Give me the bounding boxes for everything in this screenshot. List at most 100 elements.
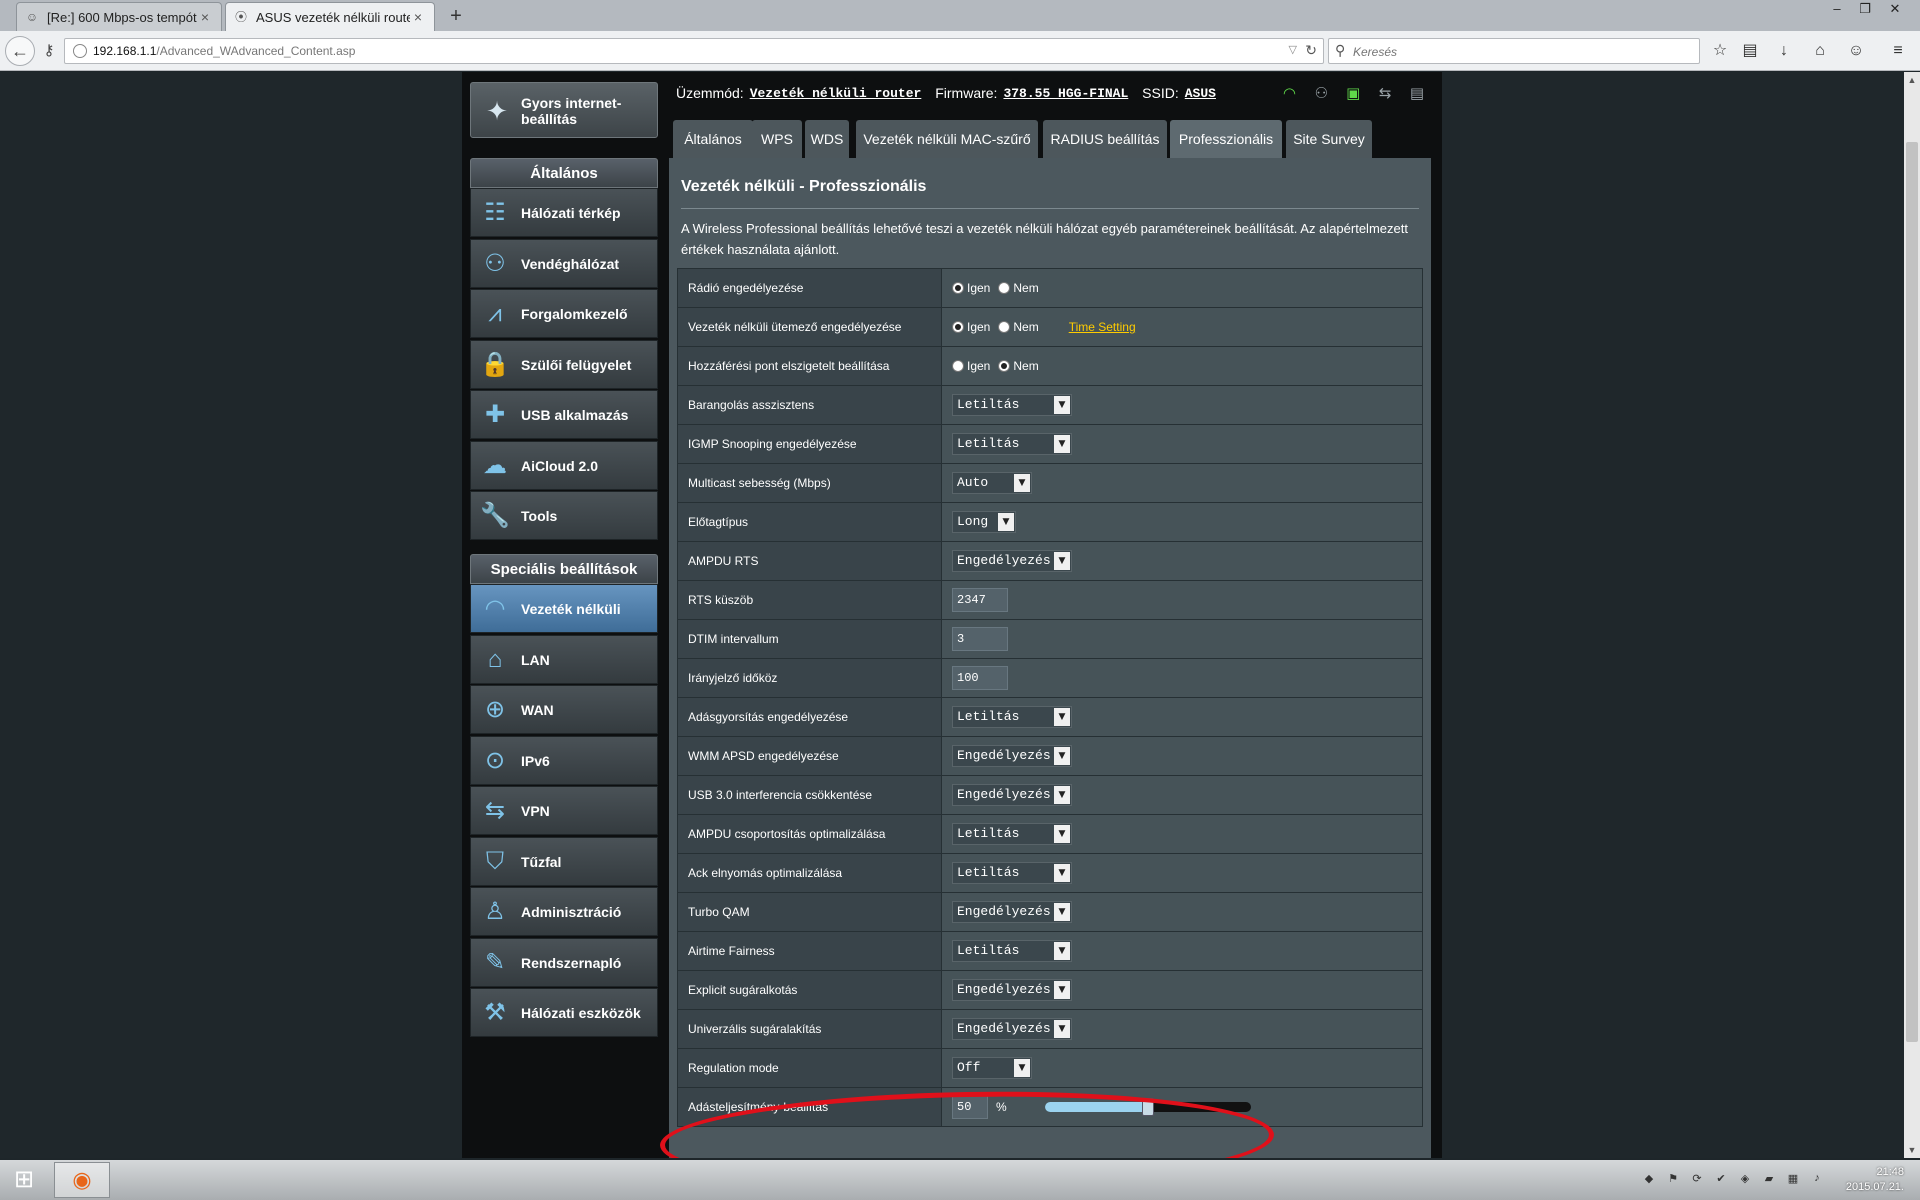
sidebar-general-item-5[interactable]: ☁ AiCloud 2.0 [470,440,658,490]
tab-5[interactable]: Professzionális [1170,120,1282,158]
setting-text-input[interactable]: 2347 [952,588,1008,612]
setting-select[interactable]: Letiltás ▼ [952,940,1072,962]
tray-check-icon[interactable]: ✔ [1712,1172,1730,1188]
setting-text-input[interactable]: 3 [952,627,1008,651]
network-status-icon[interactable]: ▣ [1342,84,1364,102]
tray-network-icon[interactable]: ▦ [1784,1172,1802,1188]
radio-no[interactable] [998,321,1011,334]
ssid-value-link[interactable]: ASUS [1185,86,1216,101]
setting-select[interactable]: Engedélyezés ▼ [952,745,1072,767]
sidebar-advanced-item-6[interactable]: ♙ Adminisztráció [470,887,658,936]
tray-refresh-icon[interactable]: ⟳ [1688,1172,1706,1188]
sidebar-advanced-item-2[interactable]: ⊕ WAN [470,685,658,734]
page-scrollbar[interactable]: ▲ ▼ [1904,72,1920,1158]
menu-icon[interactable]: ≡ [1886,40,1910,64]
traffic-manager-icon: ⩘ [488,300,502,327]
bookmark-star-icon[interactable]: ☆ [1708,40,1732,64]
reading-list-icon[interactable]: ▤ [1738,40,1762,64]
close-tab-icon[interactable]: × [410,9,426,25]
sidebar-general-item-6[interactable]: 🔧 Tools [470,491,658,540]
close-tab-icon[interactable]: × [197,9,213,25]
tab-4[interactable]: RADIUS beállítás [1043,120,1167,158]
time-setting-link[interactable]: Time Setting [1069,320,1136,334]
tab-1[interactable]: WPS [752,120,802,158]
setting-select[interactable]: Letiltás ▼ [952,433,1072,455]
radio-no[interactable] [998,360,1011,373]
sidebar-advanced-item-1[interactable]: ⌂ LAN [470,634,658,684]
browser-tab-asus[interactable]: ⦿ ASUS vezeték nélküli router... × [225,2,435,31]
radio-yes[interactable] [952,321,964,334]
firefox-taskbar-button[interactable]: ◉ [54,1162,110,1198]
reload-icon[interactable]: ↻ [1305,42,1317,59]
sidebar-advanced-item-3[interactable]: ⊙ IPv6 [470,735,658,785]
sidebar-general-item-1[interactable]: ⚇ Vendéghálózat [470,238,658,288]
new-tab-button[interactable]: + [444,4,468,28]
minimize-button[interactable]: – [1824,0,1850,20]
setting-select[interactable]: Off ▼ [952,1057,1032,1079]
radio-yes[interactable] [952,282,964,295]
sidebar-general-item-2[interactable]: ⩘ Forgalomkezelő [470,289,658,338]
shield-icon: ⛉ [486,847,504,875]
firmware-value-link[interactable]: 378.55_HGG-FINAL [1003,86,1128,101]
taskbar-clock[interactable]: 21:48 2015.07.21. [1832,1165,1904,1195]
tab-2[interactable]: WDS [805,120,849,158]
setting-select[interactable]: Engedélyezés ▼ [952,901,1072,923]
scroll-thumb[interactable] [1906,142,1918,1042]
tray-volume-icon[interactable]: ♪ [1808,1172,1826,1188]
tab-3[interactable]: Vezeték nélküli MAC-szűrő [856,120,1038,158]
chevron-down-icon[interactable]: ▽ [1289,43,1297,56]
setting-select[interactable]: Letiltás ▼ [952,862,1072,884]
mode-value-link[interactable]: Vezeték nélküli router [750,86,922,101]
search-box[interactable]: ⚲ [1328,38,1700,64]
url-bar[interactable]: 192.168.1.1/Advanced_WAdvanced_Content.a… [64,38,1324,64]
sidebar-advanced-item-0[interactable]: ◠ Vezeték nélküli [470,584,658,633]
setting-select[interactable]: Engedélyezés ▼ [952,550,1072,572]
back-button[interactable]: ← [5,36,35,66]
setting-select[interactable]: Long ▼ [952,511,1016,533]
usb-icon[interactable]: ⇆ [1374,84,1396,102]
sidebar-advanced-item-5[interactable]: ⛉ Tűzfal [470,836,658,886]
key-icon[interactable]: ⚷ [38,40,60,62]
quick-internet-setup-button[interactable]: ✦ Gyors internet-beállítás [470,82,658,138]
sidebar-general-item-4[interactable]: ✚ USB alkalmazás [470,390,658,439]
url-text[interactable]: 192.168.1.1/Advanced_WAdvanced_Content.a… [93,44,355,58]
windows-start-button[interactable]: ⊞ [6,1165,42,1195]
radio-no[interactable] [998,282,1011,295]
setting-select[interactable]: Letiltás ▼ [952,823,1072,845]
restore-button[interactable]: ❐ [1852,0,1878,20]
chevron-down-icon: ▼ [1054,708,1070,726]
close-window-button[interactable]: ✕ [1882,0,1908,20]
tray-shield-icon[interactable]: ◈ [1736,1172,1754,1188]
sidebar-general-item-3[interactable]: 🔒 Szülői felügyelet [470,339,658,389]
chat-icon[interactable]: ☺ [1844,40,1868,64]
setting-select[interactable]: Letiltás ▼ [952,706,1072,728]
setting-text-input[interactable]: 100 [952,666,1008,690]
home-icon[interactable]: ⌂ [1808,40,1832,64]
network-tools-icon: ⚒ [484,999,506,1026]
tray-flag-icon[interactable]: ⚑ [1664,1172,1682,1188]
browser-tab-forum[interactable]: ☺ [Re:] 600 Mbps-os tempót í... × [16,2,222,31]
setting-select[interactable]: Engedélyezés ▼ [952,979,1072,1001]
setting-select[interactable]: Engedélyezés ▼ [952,784,1072,806]
sidebar-advanced-item-8[interactable]: ⚒ Hálózati eszközök [470,988,658,1037]
setting-select[interactable]: Engedélyezés ▼ [952,1018,1072,1040]
tray-app-icon[interactable]: ◆ [1640,1172,1658,1188]
tab-0[interactable]: Általános [673,120,753,158]
tab-6[interactable]: Site Survey [1286,120,1372,158]
sidebar-advanced-item-7[interactable]: ✎ Rendszernapló [470,937,658,987]
sidebar-header-general: Általános [470,158,658,188]
sidebar-item-label: AiCloud 2.0 [521,457,599,474]
sidebar-general-item-0[interactable]: ☷ Hálózati térkép [470,188,658,237]
tray-nvidia-icon[interactable]: ▰ [1760,1172,1778,1188]
scroll-up-icon[interactable]: ▲ [1904,72,1920,88]
radio-yes[interactable] [952,360,964,373]
setting-select[interactable]: Letiltás ▼ [952,394,1072,416]
sidebar-advanced-item-4[interactable]: ⇆ VPN [470,786,658,835]
search-input[interactable] [1353,43,1683,61]
setting-select[interactable]: Auto ▼ [952,472,1032,494]
wifi-signal-icon[interactable]: ◠ [1278,84,1300,102]
download-icon[interactable]: ↓ [1772,40,1796,64]
scroll-down-icon[interactable]: ▼ [1904,1142,1920,1158]
printer-icon[interactable]: ▤ [1406,84,1428,102]
clients-icon[interactable]: ⚇ [1310,84,1332,102]
